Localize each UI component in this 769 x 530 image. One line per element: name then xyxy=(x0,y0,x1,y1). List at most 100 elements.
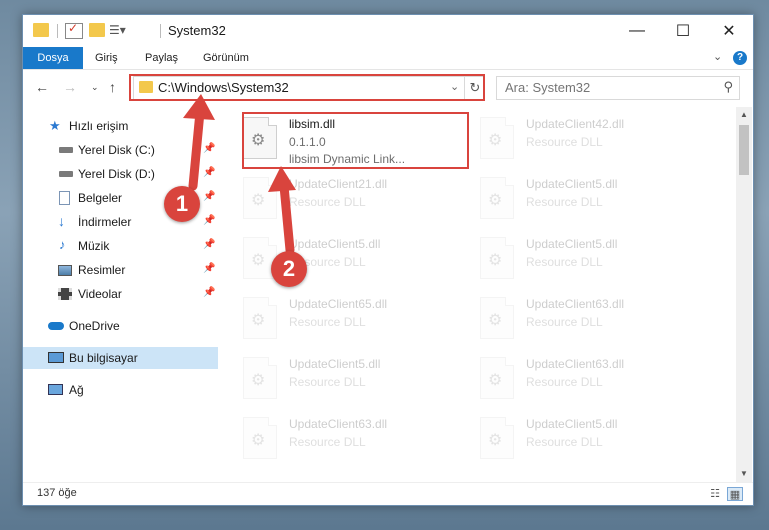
sidebar-item-label: Yerel Disk (D:) xyxy=(78,167,155,181)
file-type: Resource DLL xyxy=(526,135,603,149)
documents-icon xyxy=(59,191,70,205)
sidebar-item-pictures[interactable]: Resimler 📌 xyxy=(23,259,218,281)
sidebar-item-disk-c[interactable]: Yerel Disk (C:) 📌 xyxy=(23,139,218,161)
file-item[interactable]: ⚙ UpdateClient5.dll Resource DLL xyxy=(243,355,478,413)
callout-2: 2 xyxy=(271,251,307,287)
file-type: Resource DLL xyxy=(526,255,603,269)
pictures-icon xyxy=(58,265,72,276)
maximize-button[interactable]: ☐ xyxy=(660,15,706,47)
file-item[interactable]: ⚙ UpdateClient65.dll Resource DLL xyxy=(243,295,478,353)
status-bar: 137 öğe ☷ ▦ xyxy=(23,482,753,505)
file-name: UpdateClient5.dll xyxy=(526,237,618,251)
gear-icon: ⚙ xyxy=(251,312,266,329)
gear-icon: ⚙ xyxy=(251,432,266,449)
dll-file-icon: ⚙ xyxy=(480,417,514,459)
sidebar-item-quick-access[interactable]: ★ Hızlı erişim xyxy=(23,115,218,137)
file-name: UpdateClient63.dll xyxy=(289,417,388,431)
scroll-down-icon[interactable]: ▼ xyxy=(736,466,752,482)
vertical-scrollbar[interactable]: ▲ ▼ xyxy=(736,107,752,482)
sidebar-item-videos[interactable]: Videolar 📌 xyxy=(23,283,218,305)
minimize-button[interactable]: — xyxy=(614,15,660,47)
sidebar-item-music[interactable]: ♪ Müzik 📌 xyxy=(23,235,218,257)
scroll-up-icon[interactable]: ▲ xyxy=(736,107,752,123)
details-view-icon[interactable]: ☷ xyxy=(707,487,723,501)
pin-icon[interactable]: 📌 xyxy=(203,263,215,274)
sidebar-item-label: Müzik xyxy=(78,239,110,253)
gear-icon: ⚙ xyxy=(488,312,503,329)
new-folder-icon[interactable] xyxy=(89,23,105,37)
file-type: Resource DLL xyxy=(526,195,603,209)
title-bar: ☰▾ System32 — ☐ ✕ xyxy=(23,15,753,47)
pin-icon[interactable]: 📌 xyxy=(203,143,215,154)
pin-icon[interactable]: 📌 xyxy=(203,167,215,178)
sidebar-item-label: Yerel Disk (C:) xyxy=(78,143,155,157)
window-title: System32 xyxy=(168,23,226,38)
file-type: Resource DLL xyxy=(526,375,603,389)
file-type: Resource DLL xyxy=(289,315,366,329)
file-item[interactable]: ⚙ UpdateClient5.dll Resource DLL xyxy=(480,415,715,473)
search-input[interactable] xyxy=(497,77,705,97)
dll-file-icon: ⚙ xyxy=(480,177,514,219)
star-icon: ★ xyxy=(49,118,61,133)
sidebar-item-this-pc[interactable]: Bu bilgisayar xyxy=(23,347,218,369)
sidebar-item-label: Resimler xyxy=(78,263,126,277)
file-name: UpdateClient63.dll xyxy=(526,357,625,371)
tab-view[interactable]: Görünüm xyxy=(203,47,249,69)
pin-icon[interactable]: 📌 xyxy=(203,215,215,226)
dll-file-icon: ⚙ xyxy=(480,357,514,399)
file-item[interactable]: ⚙ UpdateClient42.dll Resource DLL xyxy=(480,115,715,173)
file-item[interactable]: ⚙ UpdateClient21.dll Resource DLL xyxy=(243,175,478,233)
ribbon-tabs: Dosya Giriş Paylaş Görünüm ⌄ ? xyxy=(23,47,753,70)
dll-file-icon: ⚙ xyxy=(480,297,514,339)
item-count: 137 öğe xyxy=(37,487,77,499)
dll-file-icon: ⚙ xyxy=(243,417,277,459)
navigation-pane: ★ Hızlı erişim Yerel Disk (C:) 📌 Yerel D… xyxy=(23,107,218,482)
sidebar-item-label: Videolar xyxy=(78,287,122,301)
pin-icon[interactable]: 📌 xyxy=(203,239,215,250)
sidebar-item-label: İndirmeler xyxy=(78,215,132,229)
pin-icon[interactable]: 📌 xyxy=(203,191,215,202)
customize-toolbar-icon[interactable]: ☰▾ xyxy=(109,23,126,37)
sidebar-item-disk-d[interactable]: Yerel Disk (D:) 📌 xyxy=(23,163,218,185)
network-icon xyxy=(48,384,63,395)
search-box[interactable]: ⚲ xyxy=(496,76,740,100)
divider xyxy=(57,24,58,38)
dll-file-icon: ⚙ xyxy=(243,177,277,219)
file-type: Resource DLL xyxy=(526,435,603,449)
sidebar-item-label: Ağ xyxy=(69,383,84,397)
drive-icon xyxy=(59,171,73,177)
tab-home[interactable]: Giriş xyxy=(95,47,118,69)
tab-file[interactable]: Dosya xyxy=(23,47,83,69)
tiles-view-icon[interactable]: ▦ xyxy=(727,487,743,501)
file-name: UpdateClient63.dll xyxy=(526,297,625,311)
properties-icon[interactable] xyxy=(65,21,83,39)
gear-icon: ⚙ xyxy=(488,132,503,149)
close-button[interactable]: ✕ xyxy=(706,15,752,47)
tab-share[interactable]: Paylaş xyxy=(145,47,178,69)
computer-icon xyxy=(48,352,64,363)
folder-icon xyxy=(33,23,49,37)
up-arrow-icon[interactable]: ↑ xyxy=(109,79,116,95)
gear-icon: ⚙ xyxy=(251,252,266,269)
file-name: UpdateClient5.dll xyxy=(526,417,618,431)
search-icon[interactable]: ⚲ xyxy=(723,79,733,95)
pin-icon[interactable]: 📌 xyxy=(203,287,215,298)
back-arrow-icon[interactable]: ← xyxy=(35,79,49,95)
scrollbar-thumb[interactable] xyxy=(739,125,749,175)
file-item[interactable]: ⚙ UpdateClient63.dll Resource DLL xyxy=(480,355,715,413)
help-icon[interactable]: ? xyxy=(733,51,747,65)
sidebar-item-onedrive[interactable]: OneDrive xyxy=(23,315,218,337)
file-item[interactable]: ⚙ UpdateClient63.dll Resource DLL xyxy=(480,295,715,353)
dll-file-icon: ⚙ xyxy=(480,117,514,159)
forward-arrow-icon[interactable]: → xyxy=(63,79,77,95)
sidebar-item-label: Hızlı erişim xyxy=(69,119,129,133)
sidebar-item-network[interactable]: Ağ xyxy=(23,379,218,401)
file-name: UpdateClient42.dll xyxy=(526,117,625,131)
recent-locations-icon[interactable]: ⌄ xyxy=(91,82,99,93)
file-item[interactable]: ⚙ UpdateClient5.dll Resource DLL xyxy=(480,235,715,293)
file-item[interactable]: ⚙ UpdateClient63.dll Resource DLL xyxy=(243,415,478,473)
file-item[interactable]: ⚙ UpdateClient5.dll Resource DLL xyxy=(480,175,715,233)
file-type: Resource DLL xyxy=(289,375,366,389)
file-type: Resource DLL xyxy=(526,315,603,329)
expand-ribbon-icon[interactable]: ⌄ xyxy=(713,50,722,63)
